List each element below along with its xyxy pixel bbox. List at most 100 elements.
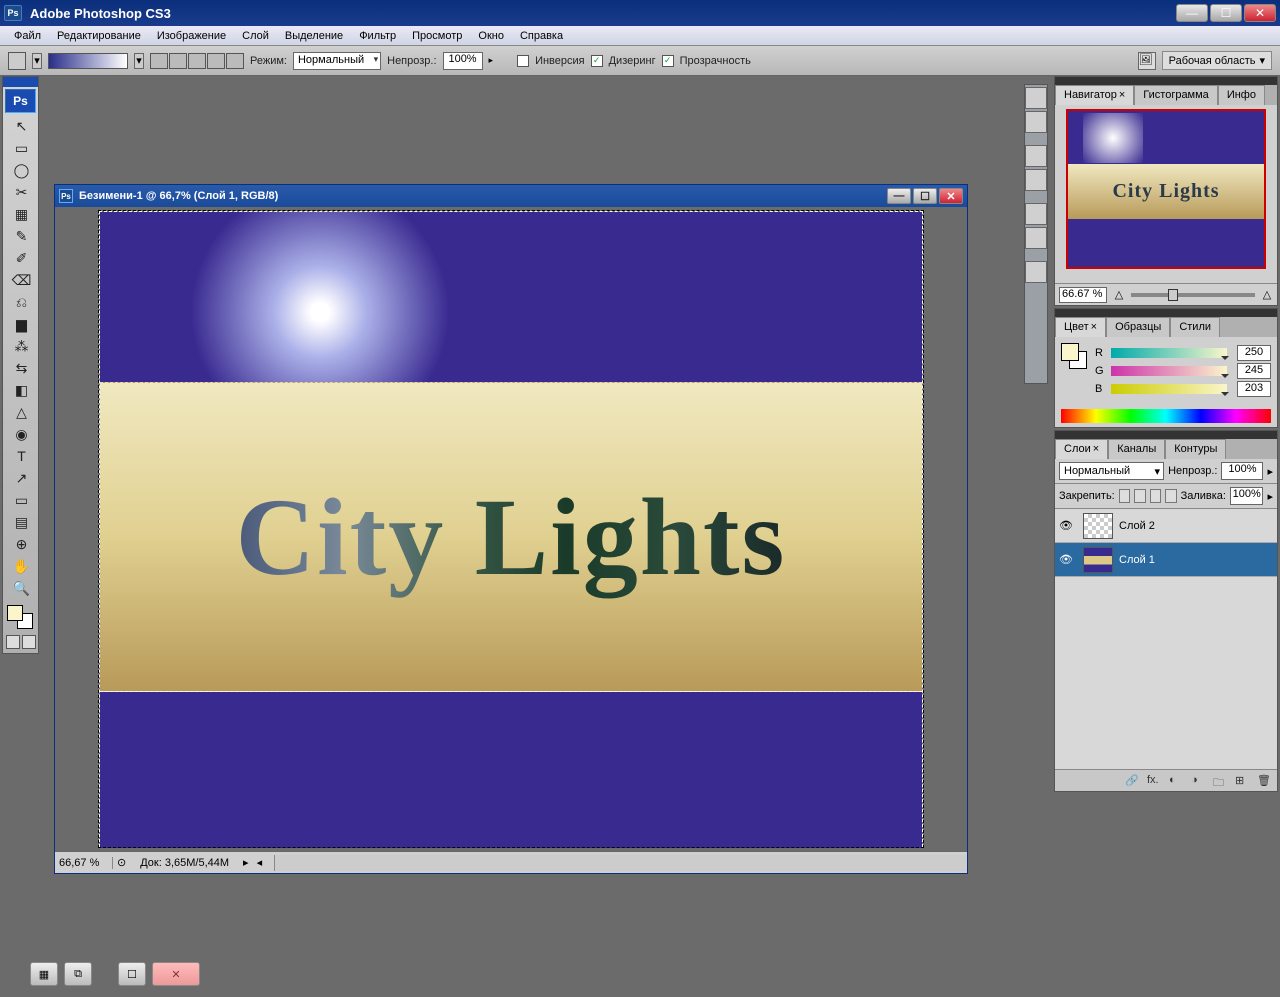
doc-size-info[interactable]: Док: 3,65M/5,44M (130, 857, 239, 869)
tab-styles[interactable]: Стили (1170, 317, 1220, 337)
transparency-checkbox[interactable] (662, 55, 674, 67)
adjustment-layer-icon[interactable]: ◑ (1191, 774, 1205, 788)
color-swatch-pair[interactable] (1061, 343, 1089, 371)
color-swatches[interactable] (3, 603, 38, 631)
menu-file[interactable]: Файл (6, 28, 49, 44)
status-arrow-icon[interactable]: ▸ (239, 856, 253, 869)
tab-swatches[interactable]: Образцы (1106, 317, 1170, 337)
tab-info[interactable]: Инфо (1218, 85, 1265, 105)
layer-name[interactable]: Слой 1 (1119, 554, 1155, 566)
notes-tool[interactable]: ▤ (3, 511, 40, 533)
gradient-preview[interactable] (48, 53, 128, 69)
b-input[interactable]: 203 (1237, 381, 1271, 397)
navigator-thumbnail[interactable]: City Lights (1066, 109, 1266, 269)
tool-preset-dropdown[interactable]: ▾ (32, 53, 42, 69)
status-menu-icon[interactable]: ⊙ (113, 856, 130, 869)
dock-icon-character[interactable] (1025, 145, 1047, 167)
zoom-tool[interactable]: 🔍 (3, 577, 40, 599)
pen-tool[interactable]: ◉ (3, 423, 40, 445)
go-to-bridge-icon[interactable]: 🖼 (1138, 52, 1156, 70)
screen-mode-standard[interactable] (6, 635, 20, 649)
opacity-input[interactable]: 100% (443, 52, 483, 70)
delete-layer-icon[interactable]: 🗑 (1257, 774, 1271, 788)
dock-icon-layers[interactable] (1025, 261, 1047, 283)
menu-select[interactable]: Выделение (277, 28, 351, 44)
slice-tool[interactable]: ✎ (3, 225, 40, 247)
gradient-angle-button[interactable] (188, 53, 206, 69)
gradient-picker-dropdown[interactable]: ▾ (134, 53, 144, 69)
menu-image[interactable]: Изображение (149, 28, 234, 44)
stamp-tool[interactable]: ⎌ (3, 291, 40, 313)
move-tool[interactable]: ↖ (3, 115, 40, 137)
menu-help[interactable]: Справка (512, 28, 571, 44)
healing-tool[interactable]: ✐ (3, 247, 40, 269)
layer-thumbnail[interactable] (1083, 547, 1113, 573)
gradient-diamond-button[interactable] (226, 53, 244, 69)
taskbar-doc-icon[interactable]: ☐ (118, 962, 146, 986)
layer-row[interactable]: 👁 Слой 2 (1055, 509, 1277, 543)
window-close-button[interactable]: ✕ (1244, 4, 1276, 22)
dock-icon-history[interactable] (1025, 87, 1047, 109)
lasso-tool[interactable]: ◯ (3, 159, 40, 181)
lock-all-icon[interactable] (1165, 489, 1176, 503)
crop-tool[interactable]: ▦ (3, 203, 40, 225)
fill-input[interactable]: 100% (1230, 487, 1264, 505)
menu-edit[interactable]: Редактирование (49, 28, 149, 44)
hand-tool[interactable]: ✋ (3, 555, 40, 577)
panel-grip[interactable] (1055, 309, 1277, 317)
dock-icon-actions[interactable] (1025, 111, 1047, 133)
r-input[interactable]: 250 (1237, 345, 1271, 361)
document-minimize-button[interactable]: — (887, 188, 911, 204)
menu-window[interactable]: Окно (470, 28, 512, 44)
brush-tool[interactable]: ⌫ (3, 269, 40, 291)
zoom-field[interactable]: 66,67 % (55, 857, 113, 869)
lock-position-icon[interactable] (1150, 489, 1161, 503)
visibility-eye-icon[interactable]: 👁 (1055, 519, 1077, 532)
layer-name[interactable]: Слой 2 (1119, 520, 1155, 532)
tab-color[interactable]: Цвет× (1055, 317, 1106, 337)
panel-grip[interactable] (1055, 77, 1277, 85)
document-titlebar[interactable]: Ps Безимени-1 @ 66,7% (Слой 1, RGB/8) — … (55, 185, 967, 207)
blur-tool[interactable]: ◧ (3, 379, 40, 401)
eyedropper-tool[interactable]: ⊕ (3, 533, 40, 555)
document-maximize-button[interactable]: ☐ (913, 188, 937, 204)
tab-navigator[interactable]: Навигатор× (1055, 85, 1134, 105)
taskbar-restore-icon[interactable]: ⧉ (64, 962, 92, 986)
dock-icon-brushes[interactable] (1025, 203, 1047, 225)
type-tool[interactable]: T (3, 445, 40, 467)
layer-fx-icon[interactable]: fx. (1147, 774, 1161, 788)
document-close-button[interactable]: ✕ (939, 188, 963, 204)
gradient-radial-button[interactable] (169, 53, 187, 69)
panel-grip[interactable] (1055, 431, 1277, 439)
layer-row[interactable]: 👁 Слой 1 (1055, 543, 1277, 577)
horizontal-scrollbar[interactable] (274, 855, 967, 871)
menu-filter[interactable]: Фильтр (351, 28, 404, 44)
layer-thumbnail[interactable] (1083, 513, 1113, 539)
link-layers-icon[interactable]: 🔗 (1125, 774, 1139, 788)
layer-opacity-input[interactable]: 100% (1221, 462, 1263, 480)
tab-histogram[interactable]: Гистограмма (1134, 85, 1218, 105)
screen-mode-full[interactable] (22, 635, 36, 649)
dodge-tool[interactable]: △ (3, 401, 40, 423)
lock-transparency-icon[interactable] (1119, 489, 1130, 503)
workspace-menu[interactable]: Рабочая область▾ (1162, 51, 1272, 70)
tab-layers[interactable]: Слои× (1055, 439, 1108, 459)
window-minimize-button[interactable]: — (1176, 4, 1208, 22)
zoom-in-icon[interactable]: △ (1261, 289, 1273, 301)
window-maximize-button[interactable]: ☐ (1210, 4, 1242, 22)
shape-tool[interactable]: ▭ (3, 489, 40, 511)
navigator-zoom-input[interactable]: 66.67 % (1059, 287, 1107, 303)
canvas-area[interactable]: City Lights (55, 207, 967, 851)
inversion-checkbox[interactable] (517, 55, 529, 67)
dither-checkbox[interactable] (591, 55, 603, 67)
magic-wand-tool[interactable]: ✂ (3, 181, 40, 203)
eraser-tool[interactable]: ⁂ (3, 335, 40, 357)
g-input[interactable]: 245 (1237, 363, 1271, 379)
color-ramp[interactable] (1061, 409, 1271, 423)
history-brush-tool[interactable]: ▆ (3, 313, 40, 335)
gradient-linear-button[interactable] (150, 53, 168, 69)
path-select-tool[interactable]: ↗ (3, 467, 40, 489)
layer-mask-icon[interactable]: ◐ (1169, 774, 1183, 788)
r-slider[interactable] (1111, 348, 1227, 358)
toolbox-grip[interactable] (3, 77, 38, 87)
